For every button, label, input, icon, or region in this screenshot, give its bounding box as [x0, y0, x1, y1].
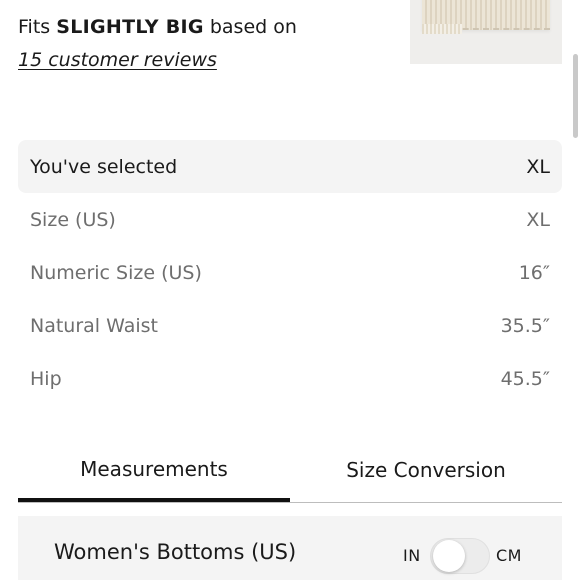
fit-prefix: Fits — [18, 16, 57, 38]
size-guide-page: Fits SLIGHTLY BIG based on 15 customer r… — [0, 0, 580, 580]
row-label: Hip — [30, 367, 62, 390]
toggle-knob — [433, 540, 465, 572]
row-value: 45.5″ — [500, 367, 550, 390]
unit-cm-label: CM — [496, 546, 522, 565]
row-value: XL — [526, 155, 550, 178]
tab-measurements[interactable]: Measurements — [18, 440, 290, 502]
size-table: You've selected XL Size (US) XL Numeric … — [18, 140, 562, 405]
unit-in-label: IN — [403, 546, 421, 565]
row-value: 35.5″ — [500, 314, 550, 337]
hip-row: Hip 45.5″ — [18, 352, 562, 405]
natural-waist-row: Natural Waist 35.5″ — [18, 299, 562, 352]
selected-size-row: You've selected XL — [18, 140, 562, 193]
fit-suffix: based on — [203, 16, 297, 38]
tab-size-conversion[interactable]: Size Conversion — [290, 440, 562, 500]
conversion-panel: Women's Bottoms (US) IN CM — [18, 516, 562, 580]
product-thumbnail[interactable] — [410, 0, 562, 64]
row-label: You've selected — [30, 155, 178, 178]
fit-summary: Fits SLIGHTLY BIG based on — [18, 13, 297, 41]
row-label: Size (US) — [30, 208, 116, 231]
unit-toggle[interactable] — [430, 538, 490, 574]
row-value: 16″ — [518, 261, 550, 284]
row-label: Numeric Size (US) — [30, 261, 202, 284]
customer-reviews-link[interactable]: 15 customer reviews — [18, 46, 217, 74]
fit-emphasis: SLIGHTLY BIG — [56, 16, 204, 38]
numeric-size-row: Numeric Size (US) 16″ — [18, 246, 562, 299]
row-label: Natural Waist — [30, 314, 158, 337]
row-value: XL — [526, 208, 550, 231]
product-image-fringe — [422, 24, 462, 34]
size-us-row: Size (US) XL — [18, 193, 562, 246]
panel-title: Women's Bottoms (US) — [54, 540, 297, 564]
scrollbar[interactable] — [573, 54, 578, 138]
size-guide-tabs: Measurements Size Conversion — [18, 440, 562, 503]
